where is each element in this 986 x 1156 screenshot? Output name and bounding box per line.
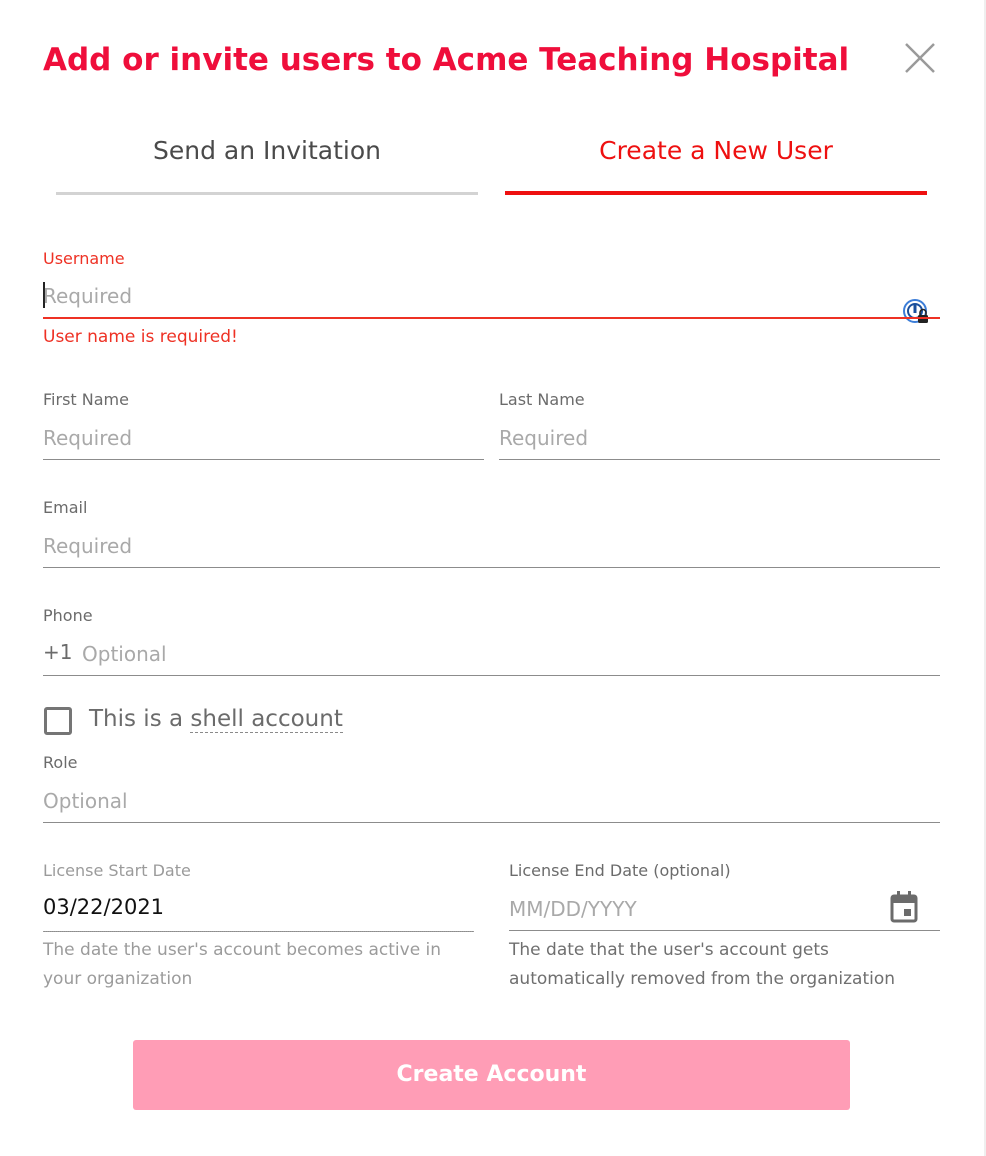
calendar-icon[interactable] — [889, 890, 919, 924]
username-error: User name is required! — [43, 327, 238, 347]
phone-underline — [43, 675, 940, 676]
license-end-input[interactable] — [509, 893, 879, 925]
email-input[interactable] — [43, 530, 939, 562]
shell-account-label-prefix: This is a — [89, 706, 191, 732]
last-name-input[interactable] — [499, 422, 939, 454]
last-name-underline — [499, 459, 940, 460]
email-label: Email — [43, 498, 88, 517]
email-underline — [43, 567, 940, 568]
license-end-helper: The date that the user's account gets au… — [509, 940, 896, 989]
shell-account-label: This is a shell account — [89, 706, 343, 733]
dialog-title: Add or invite users to Acme Teaching Hos… — [43, 42, 850, 78]
close-icon[interactable] — [900, 38, 940, 78]
first-name-input[interactable] — [43, 422, 483, 454]
first-name-underline — [43, 459, 484, 460]
username-underline — [43, 317, 940, 319]
shell-account-tooltip-link[interactable]: shell account — [190, 706, 343, 733]
license-start-underline — [43, 931, 474, 932]
license-end-underline — [509, 930, 940, 931]
role-input[interactable] — [43, 785, 939, 817]
license-end-label: License End Date (optional) — [509, 861, 731, 880]
phone-label: Phone — [43, 606, 93, 625]
password-manager-icon[interactable] — [903, 299, 929, 325]
last-name-label: Last Name — [499, 390, 585, 409]
license-start-helper: The date the user's account becomes acti… — [43, 940, 442, 989]
license-start-label: License Start Date — [43, 861, 191, 880]
first-name-label: First Name — [43, 390, 129, 409]
username-input[interactable] — [43, 280, 893, 312]
role-label: Role — [43, 753, 78, 772]
tab-send-invitation[interactable]: Send an Invitation — [56, 130, 478, 195]
username-label: Username — [43, 249, 125, 268]
phone-country-prefix: +1 — [43, 640, 73, 664]
phone-input[interactable] — [82, 638, 939, 670]
tab-create-new-user[interactable]: Create a New User — [505, 130, 927, 195]
shell-account-checkbox[interactable] — [44, 707, 72, 735]
license-start-value: 03/22/2021 — [43, 895, 165, 919]
create-account-button[interactable]: Create Account — [133, 1040, 850, 1110]
role-underline — [43, 822, 940, 823]
